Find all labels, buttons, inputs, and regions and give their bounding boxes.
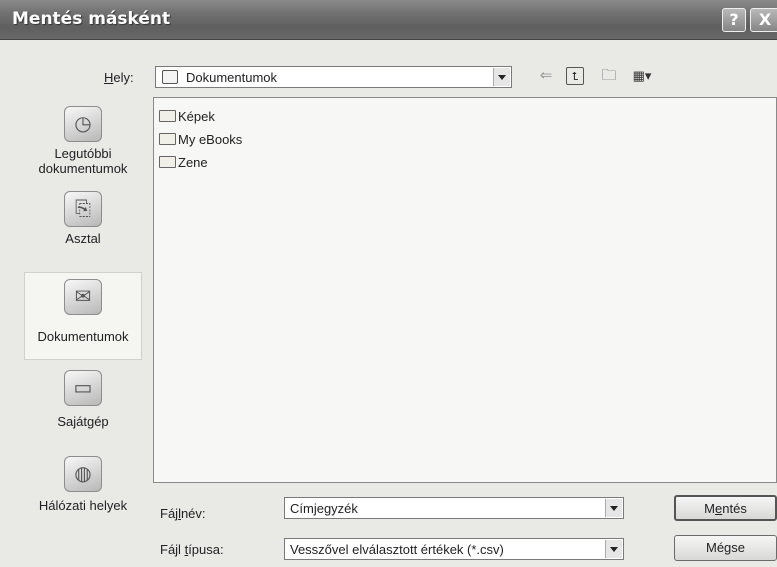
filename-value: Címjegyzék [290, 501, 358, 516]
filetype-label: Fájl típusa: [160, 542, 224, 557]
filename-input[interactable]: Címjegyzék [284, 497, 624, 519]
window-title: Mentés másként [12, 9, 171, 29]
place-label: Hálózati helyek [38, 498, 128, 513]
my-computer-icon: ▭ [64, 370, 102, 406]
file-list[interactable]: Képek My eBooks Zene [153, 97, 777, 483]
place-label: Asztal [65, 231, 101, 246]
chevron-down-icon[interactable] [493, 68, 510, 86]
place-network[interactable]: ◍ Hálózati helyek [24, 456, 142, 516]
title-bar: Mentés másként ? X [0, 0, 777, 40]
pictures-folder-icon [159, 110, 176, 122]
folder-icon [159, 133, 176, 145]
location-dropdown[interactable]: Dokumentumok [155, 66, 512, 88]
place-my-computer[interactable]: ▭ Sajátgép [24, 370, 142, 440]
folder-icon [162, 70, 178, 84]
my-documents-icon: ✉ [64, 279, 102, 315]
cancel-button[interactable]: Mégse [674, 535, 777, 561]
filetype-value: Vesszővel elválasztott értékek (*.csv) [290, 542, 504, 557]
network-places-icon: ◍ [64, 456, 102, 492]
recent-documents-icon: ◷ [64, 106, 102, 142]
back-arrow-icon[interactable]: ⇐ [537, 67, 555, 85]
list-item[interactable]: My eBooks [159, 132, 242, 150]
location-value: Dokumentumok [186, 70, 278, 85]
list-item[interactable]: Zene [159, 155, 208, 173]
up-folder-icon[interactable]: ⮤ [566, 67, 584, 85]
chevron-down-icon[interactable] [605, 540, 622, 558]
chevron-down-icon[interactable] [605, 499, 622, 517]
desktop-icon: ⎘ [64, 191, 102, 227]
place-my-documents[interactable]: ✉ Dokumentumok [24, 272, 142, 360]
places-bar: ◷ Legutóbbi dokumentumok ⎘ Asztal ✉ Dokum… [24, 96, 142, 567]
music-folder-icon [159, 156, 176, 168]
save-button[interactable]: Mentés [674, 495, 777, 521]
filetype-select[interactable]: Vesszővel elválasztott értékek (*.csv) [284, 538, 624, 560]
place-recent[interactable]: ◷ Legutóbbi dokumentumok [24, 106, 142, 194]
place-label: Sajátgép [57, 414, 109, 429]
new-folder-icon[interactable]: 🗀 [598, 67, 620, 85]
place-desktop[interactable]: ⎘ Asztal [24, 191, 142, 261]
location-label: Hely: [104, 70, 134, 85]
close-button[interactable]: X [750, 8, 777, 32]
views-menu-icon[interactable]: ▦▾ [628, 67, 656, 85]
help-button[interactable]: ? [722, 8, 746, 32]
list-item[interactable]: Képek [159, 109, 215, 127]
filename-label: Fájlnév: [160, 506, 206, 521]
place-label: Dokumentumok [37, 329, 129, 344]
place-label: Legutóbbi dokumentumok [38, 146, 128, 176]
